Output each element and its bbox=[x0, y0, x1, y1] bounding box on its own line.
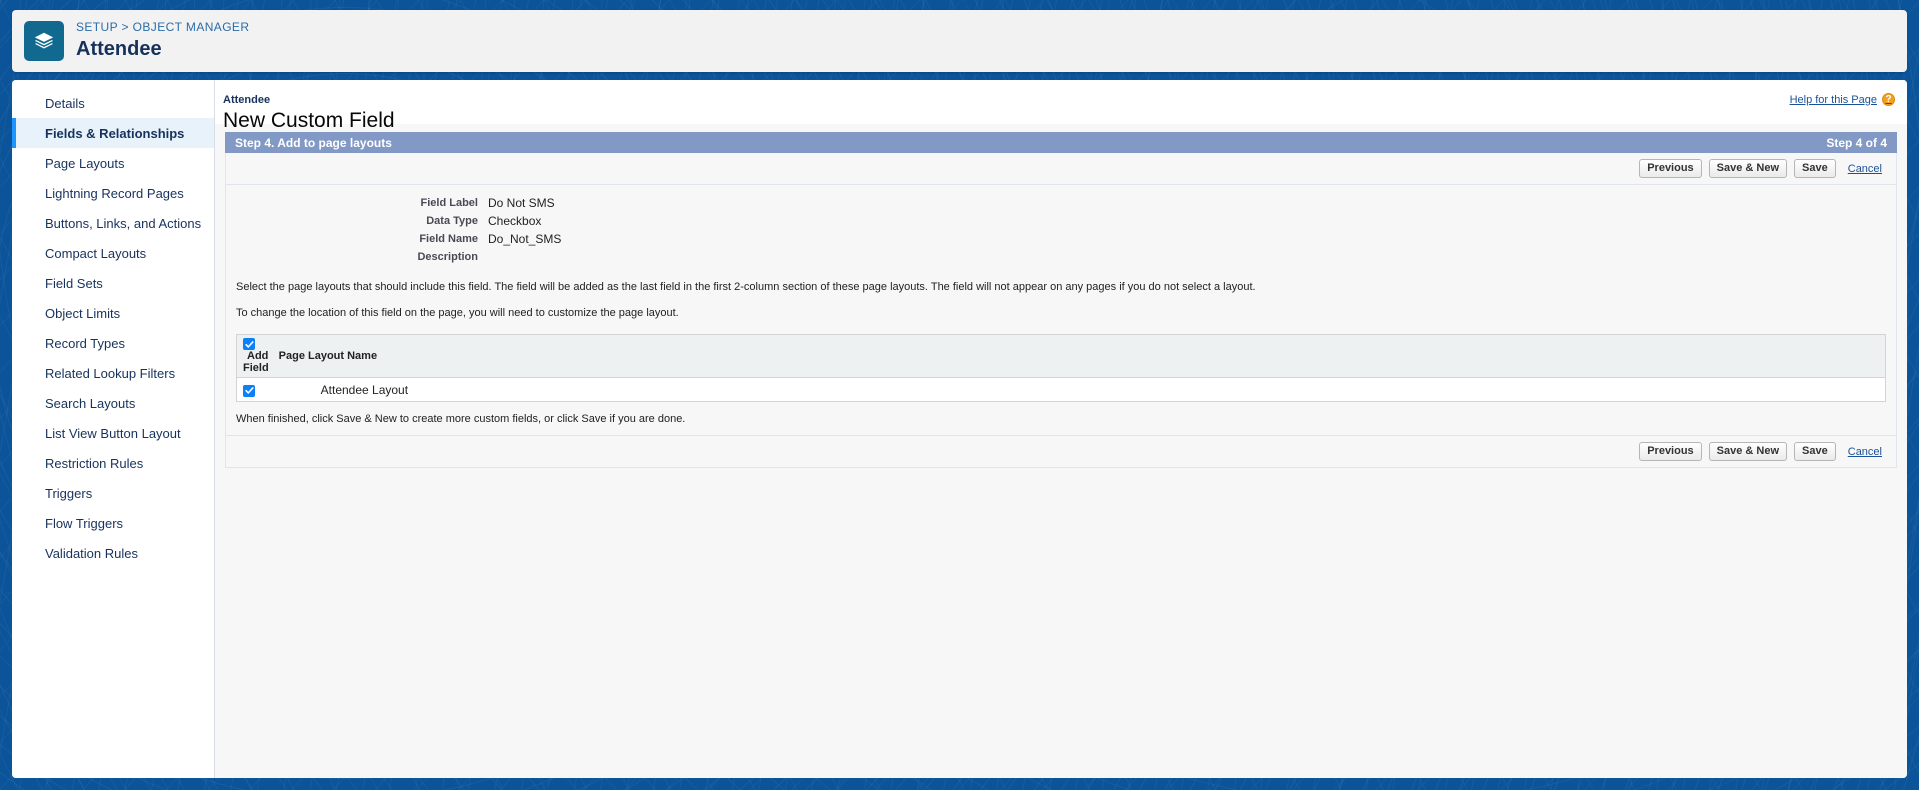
wizard-step-counter: Step 4 of 4 bbox=[1826, 135, 1887, 150]
sidebar-item-label: Compact Layouts bbox=[45, 245, 147, 261]
save-button-bottom[interactable]: Save bbox=[1794, 442, 1836, 462]
sidebar-item-label: Search Layouts bbox=[45, 395, 136, 411]
instruction-paragraph: To change the location of this field on … bbox=[236, 307, 679, 319]
previous-button-bottom[interactable]: Previous bbox=[1639, 442, 1702, 462]
field-summary-label: Description bbox=[417, 251, 478, 263]
field-summary: Field Label Do Not SMS Data Type Checkbox Fi… bbox=[226, 185, 1896, 272]
row-checkbox-cell bbox=[237, 378, 269, 402]
field-summary-label: Field Label bbox=[420, 197, 478, 209]
sidebar-item-validation-rules[interactable]: Validation Rules bbox=[12, 538, 214, 568]
object-manager-sidebar: Details Fields & Relationships Page Layout… bbox=[12, 80, 215, 778]
add-field-header-cell: Add Field bbox=[236, 334, 269, 379]
sidebar-item-field-sets[interactable]: Field Sets bbox=[12, 268, 214, 298]
table-header-row: Add Field Page Layout Name bbox=[236, 334, 1886, 379]
sidebar-item-label: Details bbox=[45, 95, 85, 111]
sidebar-item-label: Related Lookup Filters bbox=[45, 365, 176, 381]
field-summary-label: Field Name bbox=[419, 233, 478, 245]
sidebar-item-label: List View Button Layout bbox=[45, 425, 181, 441]
sidebar-item-related-lookup-filters[interactable]: Related Lookup Filters bbox=[12, 358, 214, 388]
field-summary-row: Field Name Do_Not_SMS bbox=[226, 230, 1896, 248]
sidebar-item-label: Object Limits bbox=[45, 305, 121, 321]
help-for-this-page-link[interactable]: Help for this Page ? bbox=[1790, 93, 1895, 106]
save-button-top[interactable]: Save bbox=[1794, 159, 1836, 178]
add-field-checkbox[interactable] bbox=[243, 384, 255, 397]
object-title: Attendee bbox=[76, 38, 162, 60]
sidebar-item-label: Buttons, Links, and Actions bbox=[45, 215, 202, 231]
sidebar-item-label: Fields & Relationships bbox=[45, 125, 185, 141]
sidebar-item-object-limits[interactable]: Object Limits bbox=[12, 298, 214, 328]
breadcrumb[interactable]: SETUP > OBJECT MANAGER bbox=[76, 20, 249, 35]
page-body: Details Fields & Relationships Page Layout… bbox=[12, 80, 1907, 778]
sidebar-item-label: Restriction Rules bbox=[45, 455, 144, 471]
cancel-link-top[interactable]: Cancel bbox=[1848, 163, 1882, 175]
field-summary-value: Do Not SMS bbox=[488, 196, 555, 210]
help-link-label: Help for this Page bbox=[1789, 93, 1877, 106]
page-title: New Custom Field bbox=[223, 109, 395, 132]
page-header: Attendee New Custom Field Help for this … bbox=[215, 80, 1907, 132]
wizard-button-row-top: Previous Save & New Save Cancel bbox=[226, 153, 1896, 185]
sidebar-item-fields-relationships[interactable]: Fields & Relationships bbox=[12, 118, 214, 148]
add-field-header-label: Add Field bbox=[243, 350, 269, 375]
new-custom-field-wizard: Step 4. Add to page layouts Step 4 of 4 … bbox=[225, 132, 1897, 469]
field-summary-label: Data Type bbox=[426, 215, 478, 227]
sidebar-item-list-view-button-layout[interactable]: List View Button Layout bbox=[12, 418, 214, 448]
header-texts: SETUP > OBJECT MANAGER Attendee bbox=[76, 20, 249, 62]
sidebar-item-buttons-links-and-actions[interactable]: Buttons, Links, and Actions bbox=[12, 208, 214, 238]
sidebar-item-flow-triggers[interactable]: Flow Triggers bbox=[12, 508, 214, 538]
sidebar-item-label: Triggers bbox=[45, 485, 93, 501]
finished-note: When finished, click Save & New to creat… bbox=[236, 413, 686, 426]
sidebar-item-label: Page Layouts bbox=[45, 155, 125, 171]
wizard-panel: Previous Save & New Save Cancel Field La… bbox=[225, 153, 1897, 469]
field-summary-row: Data Type Checkbox bbox=[226, 212, 1896, 230]
page-layout-name-cell: Attendee Layout bbox=[320, 382, 409, 397]
page-layout-name-header: Page Layout Name bbox=[268, 334, 1886, 379]
field-summary-row: Description bbox=[226, 248, 1896, 266]
sidebar-item-triggers[interactable]: Triggers bbox=[12, 478, 214, 508]
main-content: Attendee New Custom Field Help for this … bbox=[215, 80, 1907, 778]
global-header: SETUP > OBJECT MANAGER Attendee bbox=[12, 10, 1907, 72]
previous-button-top[interactable]: Previous bbox=[1639, 159, 1702, 178]
wizard-button-row-bottom: Previous Save & New Save Cancel bbox=[226, 435, 1896, 467]
table-row: Attendee Layout bbox=[237, 378, 1886, 402]
sidebar-item-label: Field Sets bbox=[45, 275, 103, 291]
field-summary-value: Checkbox bbox=[488, 214, 542, 228]
save-and-new-button-bottom[interactable]: Save & New bbox=[1708, 442, 1788, 462]
sidebar-item-page-layouts[interactable]: Page Layouts bbox=[12, 148, 214, 178]
sidebar-item-search-layouts[interactable]: Search Layouts bbox=[12, 388, 214, 418]
layers-icon bbox=[24, 21, 64, 61]
sidebar-item-record-types[interactable]: Record Types bbox=[12, 328, 214, 358]
wizard-step-title: Step 4. Add to page layouts bbox=[235, 135, 392, 150]
sidebar-item-label: Validation Rules bbox=[45, 545, 138, 561]
sidebar-item-label: Record Types bbox=[45, 335, 125, 351]
instruction-paragraph: Select the page layouts that should incl… bbox=[236, 281, 1256, 293]
sidebar-item-label: Flow Triggers bbox=[45, 515, 124, 531]
field-summary-value: Do_Not_SMS bbox=[488, 232, 562, 246]
page-eyebrow: Attendee bbox=[223, 94, 271, 106]
page-layouts-table: Add Field Page Layout Name Attendee Layo… bbox=[236, 334, 1886, 403]
field-summary-row: Field Label Do Not SMS bbox=[226, 194, 1896, 212]
sidebar-item-compact-layouts[interactable]: Compact Layouts bbox=[12, 238, 214, 268]
sidebar-item-restriction-rules[interactable]: Restriction Rules bbox=[12, 448, 214, 478]
help-question-icon[interactable]: ? bbox=[1882, 93, 1895, 106]
sidebar-item-details[interactable]: Details bbox=[12, 88, 214, 118]
layout-instructions: Select the page layouts that should incl… bbox=[226, 272, 1896, 334]
select-all-checkbox[interactable] bbox=[243, 338, 255, 351]
save-and-new-button-top[interactable]: Save & New bbox=[1708, 159, 1788, 178]
sidebar-item-lightning-record-pages[interactable]: Lightning Record Pages bbox=[12, 178, 214, 208]
sidebar-item-label: Lightning Record Pages bbox=[45, 185, 184, 201]
wizard-step-bar: Step 4. Add to page layouts Step 4 of 4 bbox=[225, 132, 1897, 153]
cancel-link-bottom[interactable]: Cancel bbox=[1848, 446, 1882, 458]
